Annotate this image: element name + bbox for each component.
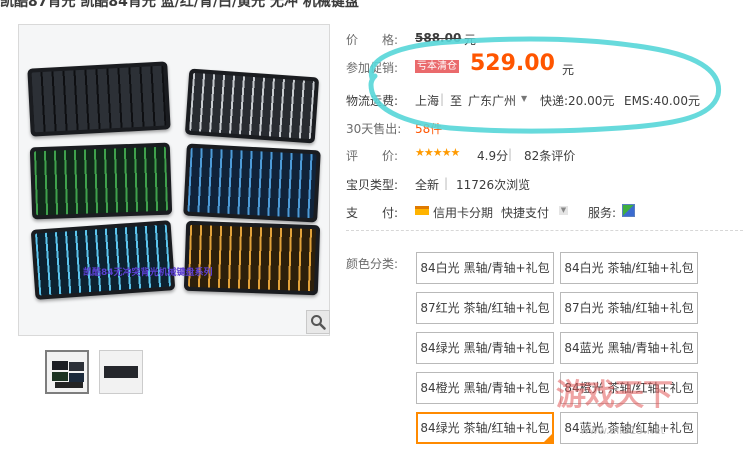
chevron-down-icon[interactable]: ▼ [521,94,527,103]
promo-row: 参加促销: 亏本清仓 529.00 元 [346,51,574,77]
sales-row: 30天售出: 58件 [346,120,442,137]
ship-from[interactable]: 上海 [415,92,439,109]
watermark: 游戏天下 [556,378,673,413]
magnifier-icon [311,315,326,330]
thumbnail-1[interactable] [45,350,89,394]
rating-label: 评 价: [346,149,399,163]
sales-count: 58件 [415,122,443,136]
promo-label: 参加促销: [346,61,399,75]
keyboard-photo-1 [27,61,171,137]
rating-stars: ★★★★★ [415,146,460,159]
color-option[interactable]: 84绿光 茶轴/红轴+礼包 [416,412,554,444]
sales-label: 30天售出: [346,122,402,136]
original-price: 588.00 [415,31,462,45]
zoom-button[interactable] [306,310,330,334]
color-option[interactable]: 84橙光 黑轴/青轴+礼包 [416,372,554,404]
keyboard-photo-2 [184,68,320,144]
keyboard-photo-5 [30,220,176,300]
service-guarantee-icon[interactable] [622,204,635,217]
item-condition: 全新 [415,178,440,192]
price-label: 价 格: [346,33,399,47]
ship-to-label: 至 [450,94,463,108]
color-options-label: 颜色分类: [346,257,399,271]
rating-separator: | [508,147,513,161]
image-caption: 凯酷84无冲突背光机械键盘系列 [83,268,213,278]
color-option[interactable]: 84白光 茶轴/红轴+礼包 [560,252,698,284]
chevron-down-icon[interactable]: ▼ [559,206,568,215]
promo-tag: 亏本清仓 [415,60,459,73]
rating-row: 评 价: ★★★★★ 4.9分 | 82条评价 [346,146,575,164]
view-count: 11726次浏览 [456,178,531,192]
credit-card-installment[interactable]: 信用卡分期 [433,204,493,221]
promo-price: 529.00 [470,51,555,76]
watermark-url: www.ali213.net [580,424,665,437]
reviews-link[interactable]: 82条评价 [524,147,575,164]
ship-destination[interactable]: 广东广州 [468,92,516,109]
keyboard-photo-4 [183,143,321,223]
item-type-sep: | [444,176,449,190]
quick-pay[interactable]: 快捷支付 [501,204,549,221]
section-divider [346,230,743,231]
price-row: 价 格: 588.00 元 [346,31,476,48]
shipping-label: 物流运费: [346,94,399,108]
thumbnail-2[interactable] [99,350,143,394]
color-option[interactable]: 84白光 黑轴/青轴+礼包 [416,252,554,284]
promo-unit: 元 [562,63,575,77]
service-label: 服务: [588,206,617,220]
express-fee: 快递:20.00元 [540,94,615,108]
color-option[interactable]: 84绿光 黑轴/青轴+礼包 [416,332,554,364]
product-title: 凯酷87背光 凯酷84背光 蓝/红/青/白/黄光 无冲 机械键盘 [0,0,359,10]
ship-sep: | [440,92,445,106]
ems-fee: EMS:40.00元 [624,94,700,108]
credit-card-icon [415,206,429,215]
color-option[interactable]: 87红光 茶轴/红轴+礼包 [416,292,554,324]
color-option[interactable]: 84蓝光 黑轴/青轴+礼包 [560,332,698,364]
price-unit: 元 [464,33,477,47]
payment-label: 支 付: [346,206,399,220]
rating-score: 4.9分 [477,149,509,163]
color-option[interactable]: 87白光 茶轴/红轴+礼包 [560,292,698,324]
main-product-image[interactable]: 凯酷84无冲突背光机械键盘系列 [18,24,330,336]
item-type-label: 宝贝类型: [346,178,399,192]
keyboard-photo-3 [29,142,173,220]
keyboard-photo-6 [183,220,321,296]
